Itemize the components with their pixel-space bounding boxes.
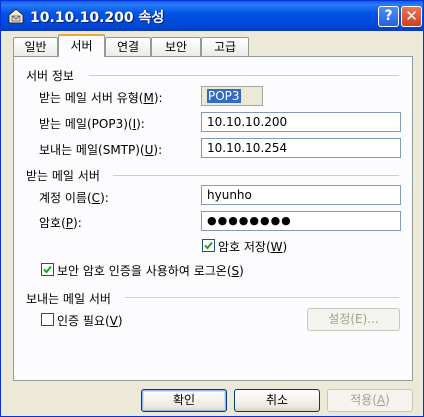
password-input[interactable]: ●●●●●●●● [201,211,401,231]
window-title: 10.10.10.200 속성 [30,10,165,26]
account-name-label: 계정 이름(C): [39,191,109,205]
auth-required-label[interactable]: 인증 필요(V) [57,312,123,329]
secure-password-auth-label[interactable]: 보안 암호 인증을 사용하여 로그온(S) [57,262,244,279]
tab-connection[interactable]: 연결 [105,37,151,56]
help-button[interactable]: ? [378,6,399,27]
apply-button[interactable]: 적용(A) [327,389,413,412]
ok-button[interactable]: 확인 [141,389,227,412]
divider [125,297,399,298]
incoming-server-label: 받는 메일(POP3)(I): [39,117,145,131]
outgoing-server-input[interactable]: 10.10.10.254 [201,138,401,158]
tab-server[interactable]: 서버 [58,34,105,57]
secure-password-auth-checkbox[interactable] [41,263,54,276]
check-mark-icon [204,241,213,250]
properties-dialog: 10.10.10.200 속성 ? ✕ 일반 서버 연결 보안 고급 서버 정보… [0,0,424,417]
mail-account-icon [7,7,25,25]
account-name-input[interactable]: hyunho [201,185,401,205]
tab-security[interactable]: 보안 [151,37,201,56]
incoming-server-input[interactable]: 10.10.10.200 [201,112,401,132]
incoming-server-heading: 받는 메일 서버 [26,169,100,183]
incoming-type-field: POP3 [201,86,263,106]
check-mark-icon [43,265,52,274]
title-bar[interactable]: 10.10.10.200 속성 ? ✕ [1,1,423,31]
tab-general[interactable]: 일반 [13,37,58,56]
cancel-button[interactable]: 취소 [234,389,320,412]
tab-advanced[interactable]: 고급 [201,37,249,56]
close-button[interactable]: ✕ [401,6,422,27]
settings-button[interactable]: 설정(E)... [307,308,400,331]
outgoing-server-heading: 보내는 메일 서버 [26,292,111,306]
incoming-type-label: 받는 메일 서버 유형(M): [39,91,163,105]
server-info-heading: 서버 정보 [26,69,74,83]
password-label: 암호(P): [39,216,82,230]
auth-required-checkbox[interactable] [41,313,54,326]
divider [113,175,399,176]
remember-password-checkbox[interactable] [202,239,215,252]
outgoing-server-label: 보내는 메일(SMTP)(U): [39,143,163,157]
remember-password-label[interactable]: 암호 저장(W) [218,238,287,255]
divider [89,75,399,76]
